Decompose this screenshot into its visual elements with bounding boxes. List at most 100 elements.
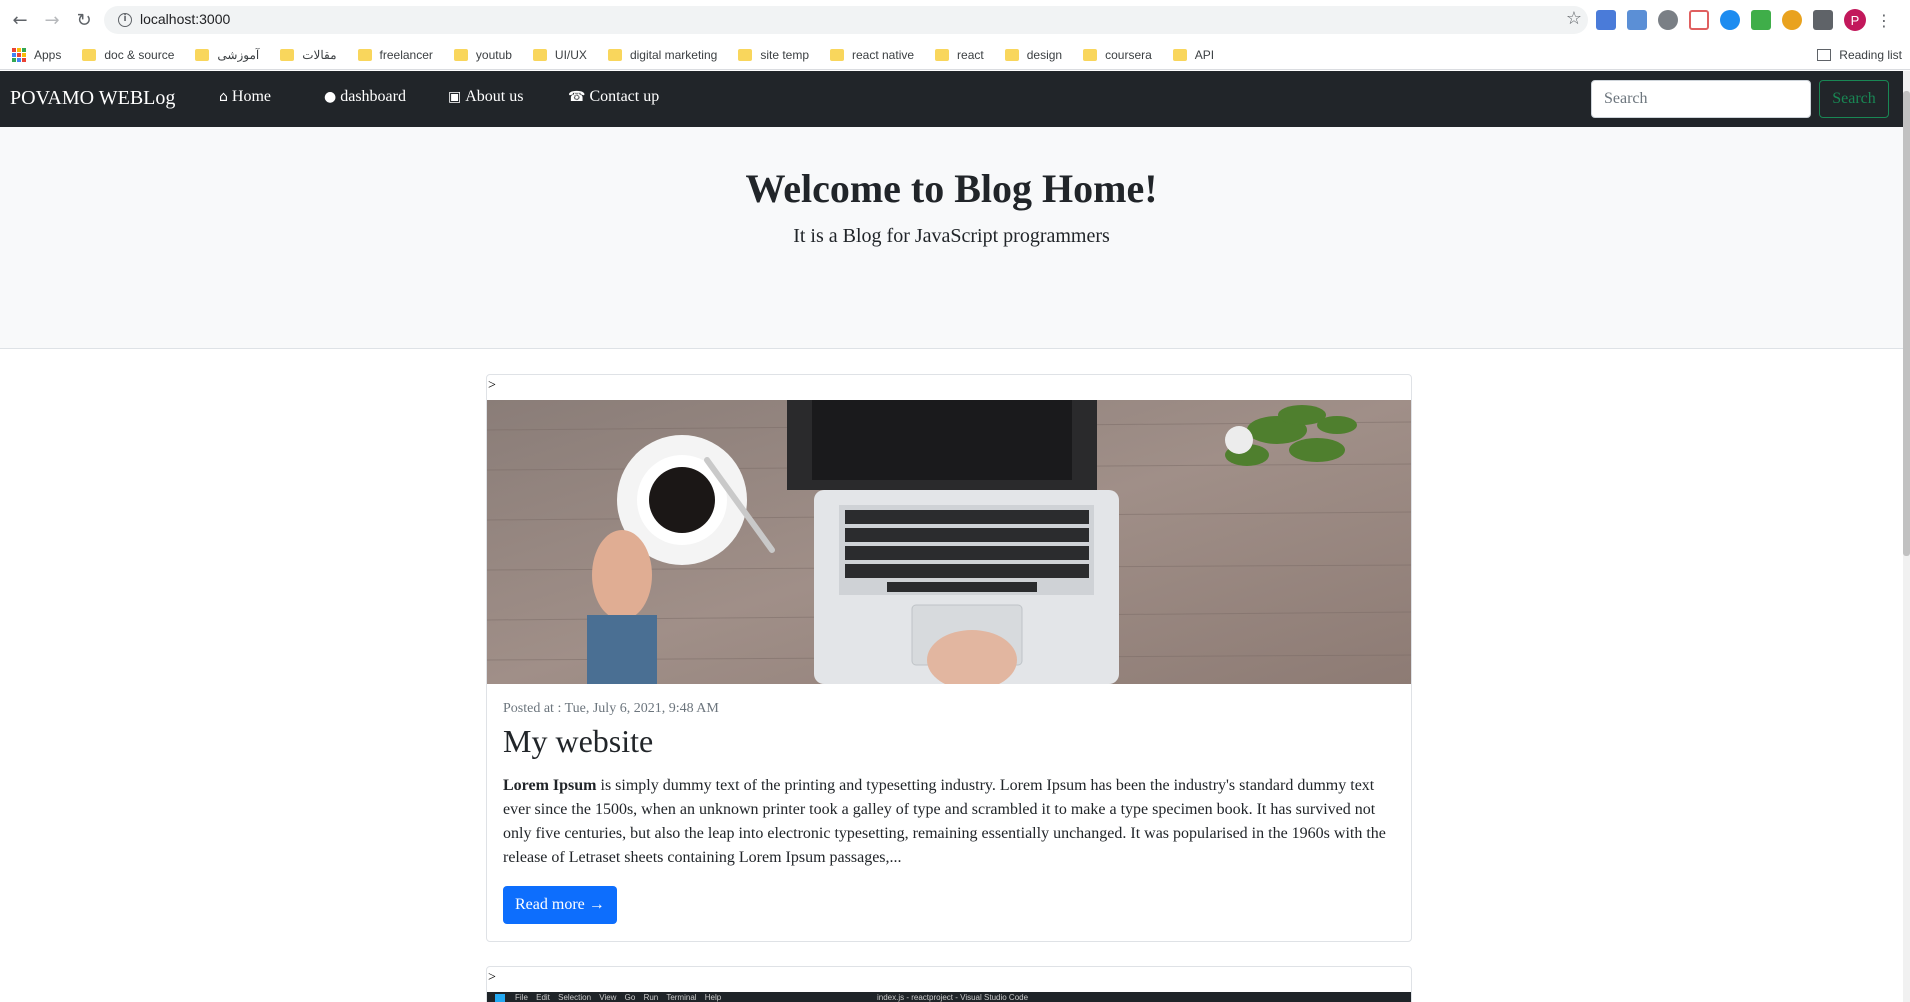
- bookmark-folder[interactable]: react native: [830, 48, 914, 62]
- post-card: > Posted at: Tue, July 6, 2021, 9:48 AM…: [486, 374, 1412, 942]
- bookmark-label: youtub: [475, 47, 512, 62]
- bookmark-label: آموزشی: [217, 47, 260, 62]
- home-icon: ⌂: [219, 89, 228, 105]
- bookmark-folder[interactable]: react: [935, 48, 984, 62]
- card-caret: >: [488, 970, 496, 985]
- nav-about-label: About us: [465, 88, 524, 105]
- folder-icon: [532, 48, 547, 61]
- folder-icon: [1172, 48, 1187, 61]
- post-excerpt: Lorem Ipsum is simply dummy text of the …: [503, 774, 1395, 870]
- bookmark-label: design: [1026, 47, 1063, 62]
- nav-about[interactable]: ▣ About us: [448, 88, 523, 106]
- bookmarks-bar: Apps doc & source آموزشی مقالات freelanc…: [0, 40, 1910, 70]
- site-navbar: POVAMO WEBLog ⌂ Home ● dashboard ▣ About…: [0, 71, 1903, 127]
- forward-arrow-icon[interactable]: →: [40, 8, 64, 32]
- folder-icon: [195, 48, 210, 61]
- site-info-icon[interactable]: i: [118, 13, 132, 27]
- bookmark-folder[interactable]: design: [1004, 47, 1063, 62]
- bookmark-label: freelancer: [379, 47, 433, 62]
- checkmark-extension-icon[interactable]: [1720, 10, 1740, 30]
- bookmark-folder[interactable]: API: [1172, 47, 1215, 62]
- reload-icon[interactable]: ↻: [72, 8, 96, 32]
- bookmark-apps[interactable]: Apps: [12, 47, 62, 62]
- url-text[interactable]: localhost:3000: [140, 11, 230, 27]
- post-date: Posted at : Tue, July 6, 2021, 9:48 AM: [503, 701, 719, 716]
- folder-icon: [453, 48, 468, 61]
- post-excerpt-bold: Lorem Ipsum: [503, 777, 597, 794]
- extensions-area: P ⋮: [1596, 8, 1892, 32]
- post-excerpt-text: is simply dummy text of the printing and…: [503, 777, 1386, 866]
- apps-grid-icon: [12, 47, 26, 62]
- nav-contact[interactable]: ☎ Contact up: [568, 88, 659, 106]
- post-body: Posted at : Tue, July 6, 2021, 9:48 AM M…: [503, 701, 1395, 924]
- id-card-icon: ▣: [448, 89, 462, 105]
- bookmark-folder[interactable]: coursera: [1083, 48, 1152, 62]
- folder-icon: [935, 48, 950, 61]
- nav-dashboard[interactable]: ● dashboard: [324, 88, 406, 106]
- folder-icon: [280, 48, 295, 61]
- read-more-button[interactable]: Read more →: [503, 886, 617, 924]
- reading-list-label: Reading list: [1839, 48, 1902, 62]
- phone-icon: ☎: [568, 89, 586, 105]
- bookmark-label: react: [957, 47, 984, 62]
- folder-icon: [1083, 48, 1098, 61]
- back-arrow-icon[interactable]: ←: [8, 8, 32, 32]
- bookmark-folder[interactable]: مقالات: [280, 47, 337, 62]
- chart-extension-icon[interactable]: [1751, 10, 1771, 30]
- calendar-extension-icon[interactable]: [1689, 10, 1709, 30]
- bookmark-star-icon[interactable]: ☆: [1566, 8, 1582, 29]
- bookmark-label: UI/UX: [554, 47, 587, 62]
- bookmark-folder[interactable]: youtub: [453, 47, 512, 62]
- search-button[interactable]: Search: [1819, 80, 1889, 118]
- bookmark-folder[interactable]: site temp: [738, 48, 809, 62]
- hero-title: Welcome to Blog Home!: [745, 166, 1158, 211]
- balloon-icon: ●: [324, 89, 337, 105]
- extension-icon[interactable]: [1782, 10, 1802, 30]
- bookmark-label: doc & source: [104, 47, 175, 62]
- address-bar[interactable]: i localhost:3000 ☆: [104, 6, 1588, 34]
- nav-home[interactable]: ⌂ Home: [219, 88, 271, 106]
- folder-icon: [82, 48, 97, 61]
- bookmark-label: API: [1194, 47, 1215, 62]
- translate-extension-icon[interactable]: [1596, 10, 1616, 30]
- editor-title: index.js - reactproject - Visual Studio …: [877, 993, 1029, 1002]
- bookmark-folder[interactable]: freelancer: [357, 47, 433, 62]
- bookmark-folder[interactable]: doc & source: [82, 48, 174, 62]
- bookmark-label: Apps: [34, 47, 62, 62]
- menu-dots-icon[interactable]: ⋮: [1876, 11, 1892, 30]
- folder-icon: [830, 48, 844, 61]
- profile-avatar[interactable]: P: [1844, 9, 1866, 31]
- scrollbar-thumb[interactable]: [1903, 91, 1910, 556]
- nav-contact-label: Contact up: [589, 88, 660, 105]
- bookmark-folder[interactable]: UI/UX: [532, 47, 587, 62]
- recycle-extension-icon[interactable]: [1658, 10, 1678, 30]
- folder-icon: [1004, 48, 1019, 61]
- extension-icon[interactable]: [1627, 10, 1647, 30]
- reading-list-icon: [1817, 49, 1832, 61]
- browser-toolbar: ← → ↻ i localhost:3000 ☆ P ⋮: [0, 0, 1910, 40]
- bookmark-label: coursera: [1105, 47, 1152, 62]
- hero-subtitle: It is a Blog for JavaScript programmers: [793, 225, 1110, 247]
- puzzle-icon[interactable]: [1813, 10, 1833, 30]
- card-caret: >: [488, 378, 496, 393]
- folder-icon: [357, 48, 372, 61]
- hero-section: Welcome to Blog Home! It is a Blog for J…: [0, 127, 1903, 349]
- bookmark-folder[interactable]: آموزشی: [195, 48, 259, 62]
- reading-list-button[interactable]: Reading list: [1817, 48, 1902, 62]
- nav-home-label: Home: [231, 88, 271, 105]
- bookmark-label: مقالات: [302, 47, 337, 62]
- post-image: File Edit Selection View Go Run Terminal…: [487, 992, 1411, 1002]
- nav-dashboard-label: dashboard: [340, 88, 406, 105]
- page-scrollbar[interactable]: [1903, 71, 1910, 1002]
- folder-icon: [738, 48, 753, 61]
- post-title: My website: [503, 723, 654, 759]
- vscode-logo-icon: [495, 994, 505, 1002]
- brand-logo[interactable]: POVAMO WEBLog: [10, 87, 175, 110]
- search-input[interactable]: [1591, 80, 1811, 118]
- editor-menu: File Edit Selection View Go Run Terminal…: [515, 993, 722, 1002]
- folder-icon: [607, 48, 622, 61]
- bookmark-label: react native: [852, 47, 915, 62]
- bookmark-folder[interactable]: digital marketing: [607, 47, 718, 62]
- bookmark-label: digital marketing: [629, 47, 718, 62]
- bookmark-label: site temp: [760, 47, 809, 62]
